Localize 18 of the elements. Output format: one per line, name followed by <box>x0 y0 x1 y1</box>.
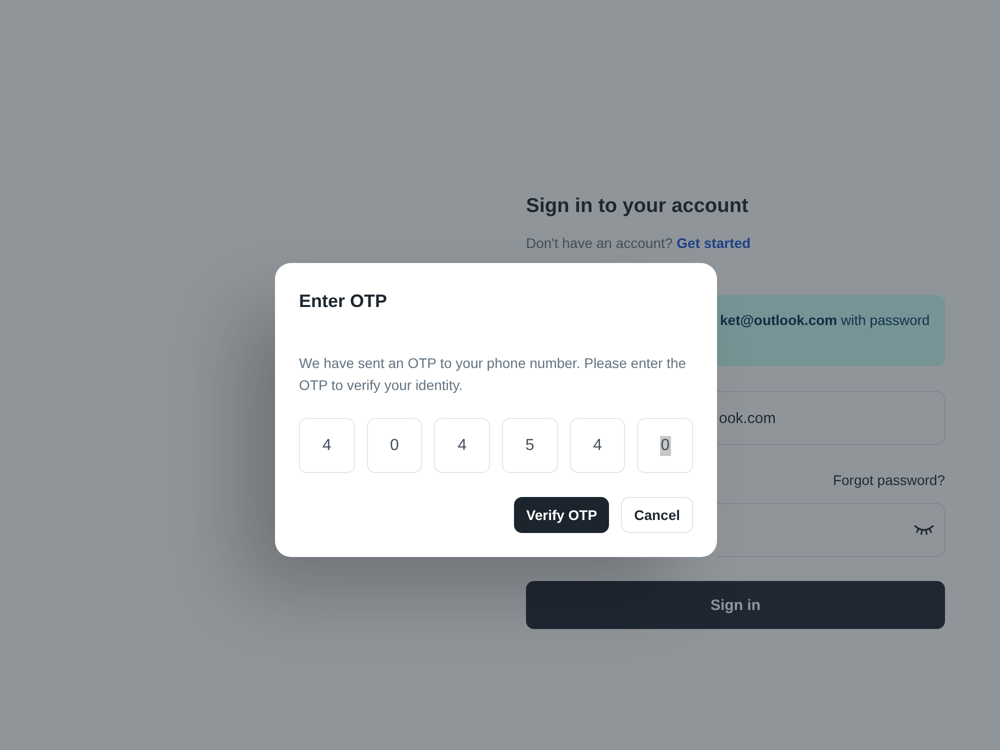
otp-digit-field[interactable]: 4 <box>299 418 355 473</box>
password-field[interactable] <box>717 503 945 557</box>
cancel-button[interactable]: Cancel <box>621 497 693 533</box>
alert-text: ket@outlook.com with password <box>720 311 930 330</box>
email-field[interactable]: ook.com <box>717 391 945 445</box>
closed-eye-icon[interactable] <box>914 524 934 536</box>
otp-digit-field[interactable]: 0 <box>637 418 694 473</box>
dialog-message: We have sent an OTP to your phone number. Please enter the OTP to verify your identity. <box>299 354 688 395</box>
otp-digit-field[interactable]: 0 <box>366 418 422 473</box>
otp-digit-field[interactable]: 4 <box>434 418 490 473</box>
otp-digit-field[interactable]: 4 <box>570 418 626 473</box>
forgot-password-link[interactable]: Forgot password? <box>832 469 945 491</box>
sign-in-button[interactable]: Sign in <box>526 581 945 629</box>
verify-button[interactable]: Verify OTP <box>514 497 610 533</box>
dialog-title: Enter OTP <box>299 290 388 313</box>
otp-digit-field[interactable]: 5 <box>502 418 558 473</box>
signup-prompt: Don't have an account? <box>526 234 673 253</box>
page-title: Sign in to your account <box>526 194 748 219</box>
